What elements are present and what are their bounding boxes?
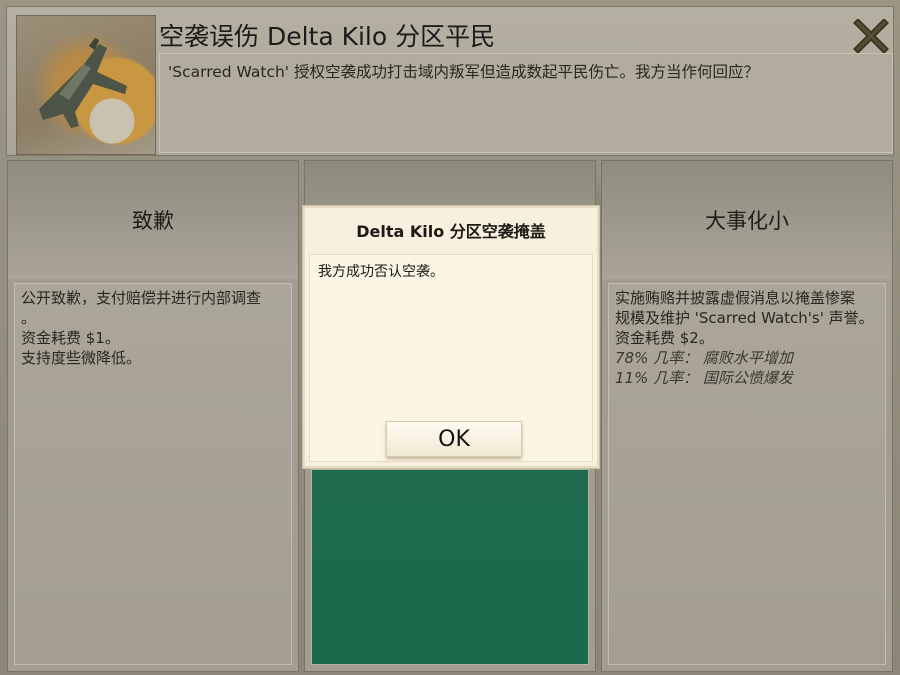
selected-green-panel	[311, 469, 589, 665]
option-cost: 资金耗费 $2。	[615, 329, 714, 347]
option-line: 。	[21, 309, 37, 327]
option-line: 实施贿赂并披露虚假消息以掩盖惨案	[615, 289, 856, 307]
option-details: 实施贿赂并披露虚假消息以掩盖惨案 规模及维护 'Scarred Watch's'…	[608, 283, 886, 665]
option-effect: 支持度些微降低。	[21, 349, 142, 367]
dialog-title: Delta Kilo 分区空袭掩盖	[356, 222, 546, 241]
option-line: 公开致歉，支付赔偿并进行内部调查	[21, 289, 262, 307]
ok-button[interactable]: OK	[386, 421, 522, 457]
option-details: 公开致歉，支付赔偿并进行内部调查 。 资金耗费 $1。 支持度些微降低。	[14, 283, 292, 665]
option-apologize[interactable]: 致歉 公开致歉，支付赔偿并进行内部调查 。 资金耗费 $1。 支持度些微降低。	[7, 160, 299, 672]
option-title: 大事化小	[602, 161, 892, 279]
close-x-icon	[853, 18, 889, 54]
event-header: 空袭误伤 Delta Kilo 分区平民 'Scarred Watch' 授权空…	[6, 6, 894, 156]
close-button[interactable]	[853, 18, 889, 54]
option-cost: 资金耗费 $1。	[21, 329, 120, 347]
option-title: 致歉	[8, 161, 298, 279]
option-risk: 78% 几率： 腐败水平增加	[615, 349, 793, 367]
dialog-message: 我方成功否认空袭。	[318, 264, 444, 280]
event-description-box: 'Scarred Watch' 授权空袭成功打击域内叛军但造成数起平民伤亡。我方…	[159, 53, 893, 153]
event-description: 'Scarred Watch' 授权空袭成功打击域内叛军但造成数起平民伤亡。我方…	[168, 63, 760, 81]
event-title: 空袭误伤 Delta Kilo 分区平民	[159, 22, 496, 51]
option-risk: 11% 几率： 国际公愤爆发	[615, 369, 793, 387]
airstrike-jet-explosion-icon	[39, 38, 127, 128]
dialog-body: 我方成功否认空袭。 OK	[309, 254, 593, 462]
event-image	[16, 15, 156, 155]
option-cover-up[interactable]: 大事化小 实施贿赂并披露虚假消息以掩盖惨案 规模及维护 'Scarred Wat…	[601, 160, 893, 672]
result-dialog: Delta Kilo 分区空袭掩盖 我方成功否认空袭。 OK	[303, 206, 599, 468]
option-line: 规模及维护 'Scarred Watch's' 声誉。	[615, 309, 874, 327]
